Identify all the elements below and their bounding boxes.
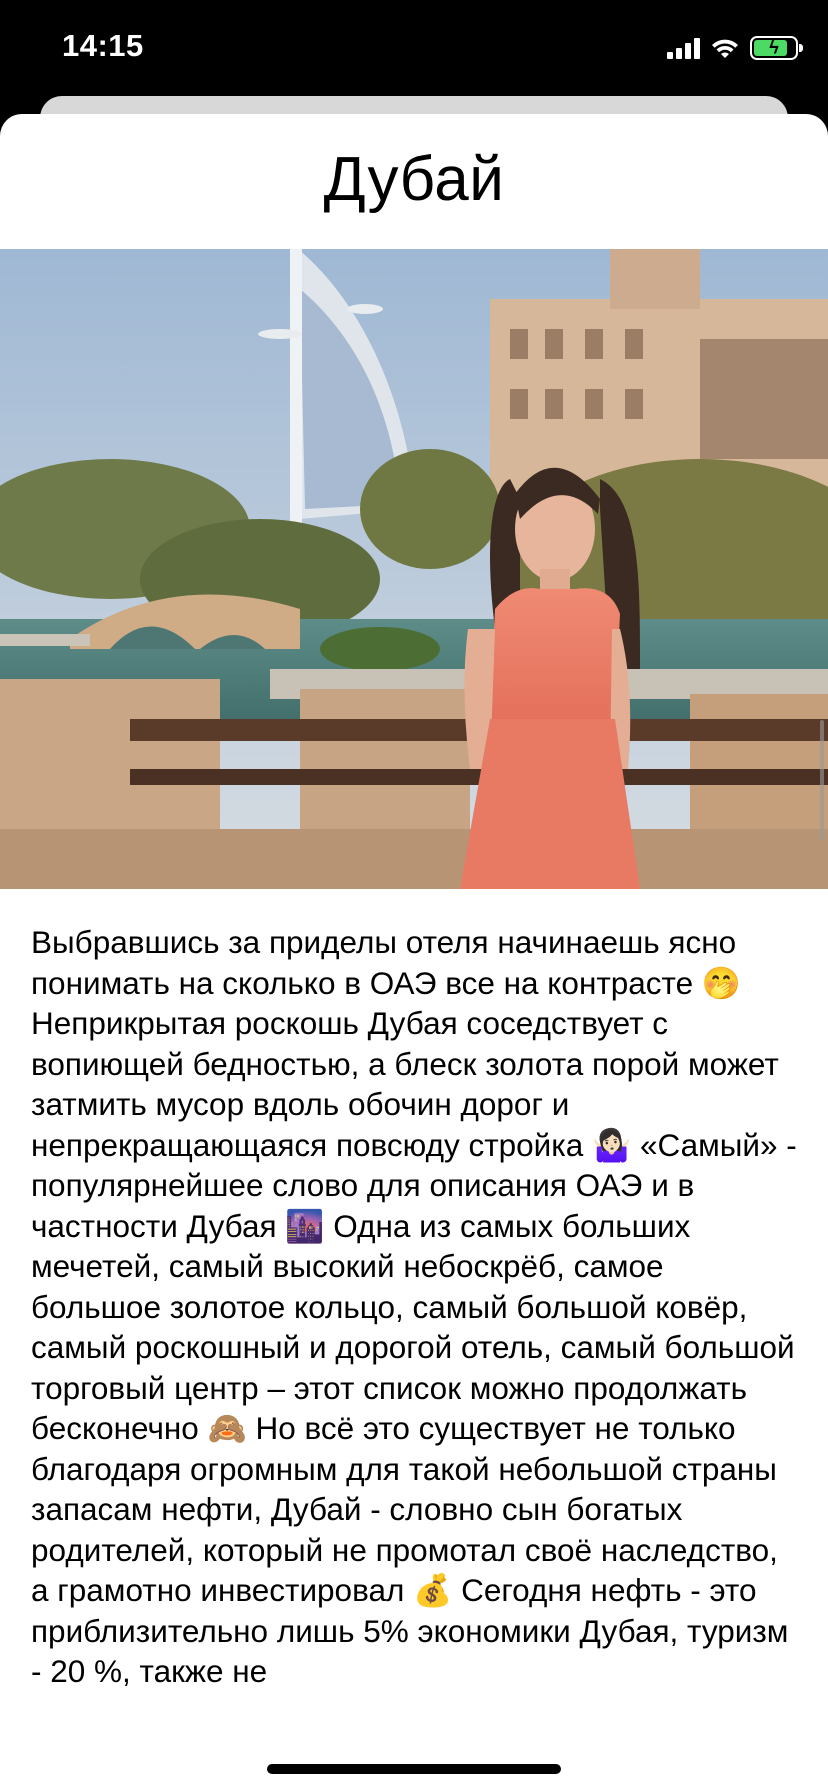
post-body: Выбравшись за приделы отеля начинаешь яс… xyxy=(31,924,797,1689)
home-indicator[interactable] xyxy=(267,1764,561,1774)
post-title: Дубай xyxy=(323,145,505,214)
photo-illustration xyxy=(0,249,828,889)
scroll-indicator[interactable] xyxy=(820,720,824,840)
wifi-icon xyxy=(712,39,738,58)
post-sheet[interactable]: Дубай Выбравшись за приделы отеля начина… xyxy=(0,114,828,1792)
cellular-signal-icon xyxy=(667,37,700,59)
status-icons: ϟ xyxy=(667,34,803,62)
status-bar: 14:15 ϟ xyxy=(0,0,828,100)
screen: 14:15 ϟ Дубай Выбравшись за приделы отел… xyxy=(0,0,828,1792)
status-time: 14:15 xyxy=(62,28,144,63)
battery-charging-icon: ϟ xyxy=(750,36,803,60)
post-photo[interactable] xyxy=(0,249,828,889)
charging-bolt-icon: ϟ xyxy=(769,37,779,58)
